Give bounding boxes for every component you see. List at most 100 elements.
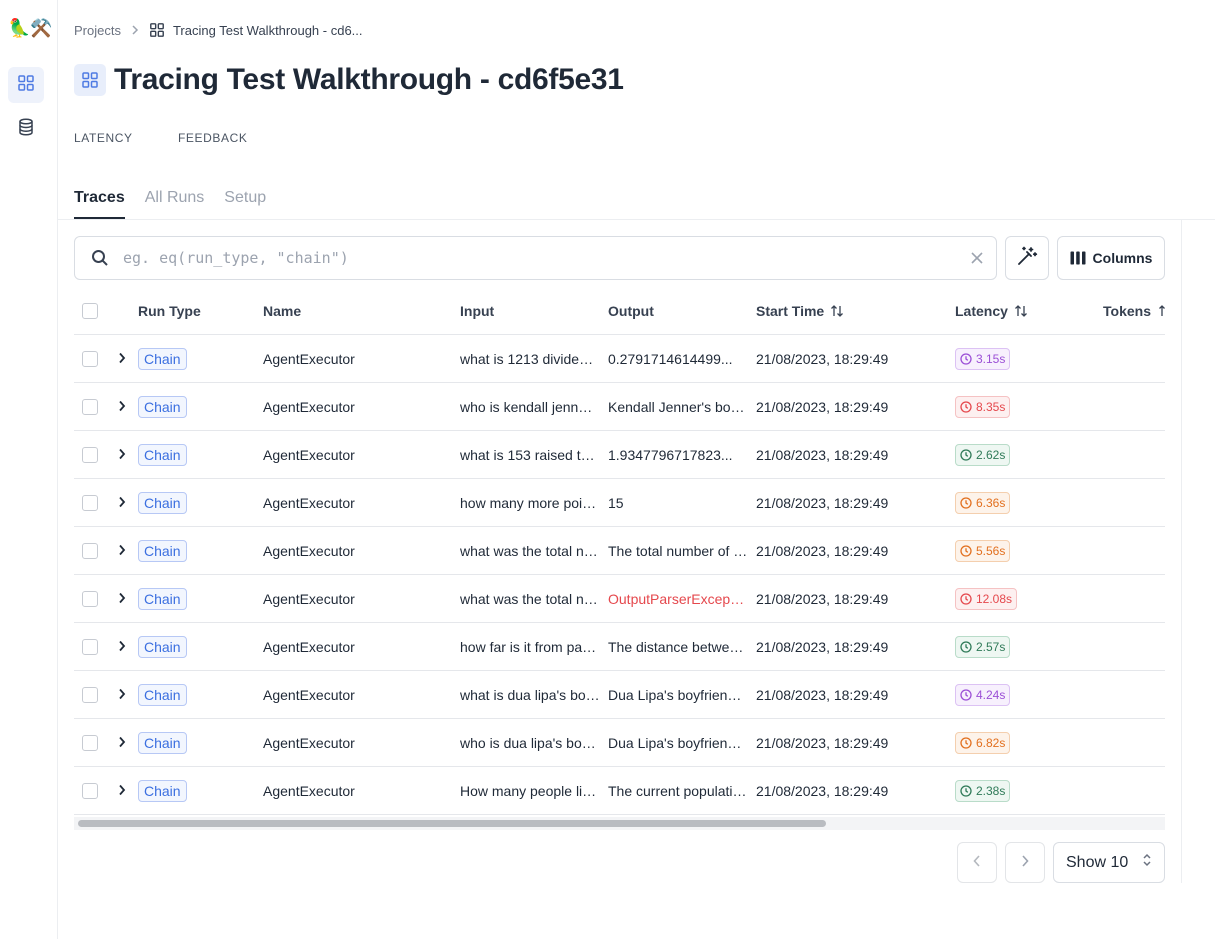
close-icon[interactable] (970, 251, 984, 265)
ai-query-button[interactable] (1005, 236, 1049, 280)
run-input: what is 153 raised to .1312 power? (460, 447, 600, 463)
panel-divider (1181, 219, 1182, 883)
latency-badge: 3.15s (955, 348, 1011, 370)
expand-row-button[interactable] (118, 383, 126, 431)
breadcrumb-current: Tracing Test Walkthrough - cd6... (172, 22, 363, 38)
chevron-right-icon (118, 687, 126, 703)
chevron-right-icon (118, 399, 126, 415)
clock-icon (960, 641, 972, 653)
run-output: The total number of points (608, 543, 748, 559)
table-row[interactable]: Chain AgentExecutor what is dua lipa's boy… (74, 671, 1165, 719)
run-type-badge: Chain (138, 684, 187, 706)
latency-value: 2.57s (976, 640, 1006, 654)
clock-icon (960, 737, 972, 749)
latency-badge: 4.24s (955, 684, 1011, 706)
rail-datasets-button[interactable] (8, 111, 44, 147)
run-type-badge: Chain (138, 492, 187, 514)
table-row[interactable]: Chain AgentExecutor what is 153 raised to … (74, 431, 1165, 479)
expand-row-button[interactable] (118, 479, 126, 527)
sort-icon[interactable] (1014, 304, 1028, 318)
expand-row-button[interactable] (118, 527, 126, 575)
run-start-time: 21/08/2023, 18:29:49 (756, 639, 889, 655)
expand-row-button[interactable] (118, 335, 126, 383)
header-input: Input (460, 303, 495, 319)
run-type-badge: Chain (138, 636, 187, 658)
table-row[interactable]: Chain AgentExecutor who is kendall jenner'… (74, 383, 1165, 431)
expand-row-button[interactable] (118, 671, 126, 719)
table-row[interactable]: Chain AgentExecutor what was the total num… (74, 527, 1165, 575)
row-checkbox[interactable] (82, 447, 98, 463)
tab-setup[interactable]: Setup (224, 185, 266, 219)
database-icon (18, 117, 34, 141)
expand-row-button[interactable] (118, 623, 126, 671)
latency-value: 2.62s (976, 448, 1006, 462)
expand-row-button[interactable] (118, 575, 126, 623)
expand-row-button[interactable] (118, 431, 126, 479)
run-output: Dua Lipa's boyfriend is (608, 687, 748, 703)
latency-badge: 12.08s (955, 588, 1018, 610)
run-start-time: 21/08/2023, 18:29:49 (756, 687, 889, 703)
header-start-time-label: Start Time (756, 303, 825, 319)
next-page-button[interactable] (1005, 842, 1045, 883)
row-checkbox[interactable] (82, 687, 98, 703)
header-tokens[interactable]: Tokens (1103, 287, 1165, 335)
run-start-time: 21/08/2023, 18:29:49 (756, 735, 889, 751)
row-checkbox[interactable] (82, 495, 98, 511)
page-size-select[interactable]: Show 10 (1053, 842, 1165, 883)
filter-search-input[interactable] (123, 249, 970, 267)
app-logo[interactable]: 🦜⚒️ (8, 18, 53, 38)
table-row[interactable]: Chain AgentExecutor what is 1213 divided b… (74, 335, 1165, 383)
latency-value: 2.38s (976, 784, 1006, 798)
chevron-left-icon (973, 854, 981, 872)
horizontal-scrollbar-thumb[interactable] (78, 820, 826, 827)
previous-page-button[interactable] (957, 842, 997, 883)
row-checkbox[interactable] (82, 783, 98, 799)
chevron-right-icon (118, 543, 126, 559)
latency-badge: 6.36s (955, 492, 1011, 514)
table-row[interactable]: Chain AgentExecutor what was the total num… (74, 575, 1165, 623)
run-start-time: 21/08/2023, 18:29:49 (756, 495, 889, 511)
latency-badge: 2.38s (955, 780, 1011, 802)
header-latency[interactable]: Latency (955, 287, 1028, 335)
chevron-right-icon (118, 495, 126, 511)
latency-badge: 2.62s (955, 444, 1011, 466)
tab-all-runs[interactable]: All Runs (145, 185, 205, 219)
expand-row-button[interactable] (118, 719, 126, 767)
table-row[interactable]: Chain AgentExecutor How many people live i… (74, 767, 1165, 815)
grid-icon (17, 74, 35, 97)
columns-button[interactable]: Columns (1057, 236, 1165, 280)
header-tokens-label: Tokens (1103, 303, 1151, 319)
columns-icon (1070, 251, 1086, 265)
run-output: The distance between Paris and (608, 639, 748, 655)
latency-value: 12.08s (976, 592, 1013, 606)
latency-badge: 5.56s (955, 540, 1011, 562)
feedback-stat-label: FEEDBACK (178, 131, 248, 145)
row-checkbox[interactable] (82, 735, 98, 751)
sort-icon[interactable] (1157, 304, 1165, 318)
row-checkbox[interactable] (82, 399, 98, 415)
clock-icon (960, 353, 972, 365)
page-title: Tracing Test Walkthrough - cd6f5e31 (114, 63, 624, 96)
select-all-checkbox[interactable] (82, 303, 98, 319)
clock-icon (960, 545, 972, 557)
run-start-time: 21/08/2023, 18:29:49 (756, 591, 889, 607)
breadcrumb-projects-link[interactable]: Projects (74, 23, 121, 38)
table-row[interactable]: Chain AgentExecutor how many more points w… (74, 479, 1165, 527)
rail-projects-button[interactable] (8, 67, 44, 103)
expand-row-button[interactable] (118, 767, 126, 815)
run-start-time: 21/08/2023, 18:29:49 (756, 447, 889, 463)
row-checkbox[interactable] (82, 351, 98, 367)
row-checkbox[interactable] (82, 591, 98, 607)
tab-traces[interactable]: Traces (74, 185, 125, 219)
sort-icon[interactable] (830, 304, 844, 318)
header-start-time[interactable]: Start Time (756, 287, 844, 335)
latency-stat-label: LATENCY (74, 131, 133, 145)
chevron-right-icon (1021, 854, 1029, 872)
row-checkbox[interactable] (82, 639, 98, 655)
chevron-right-icon (118, 639, 126, 655)
breadcrumb: Projects Tracing Test Walkthrough - cd6.… (74, 20, 363, 40)
row-checkbox[interactable] (82, 543, 98, 559)
table-row[interactable]: Chain AgentExecutor who is dua lipa's boyf… (74, 719, 1165, 767)
run-name: AgentExecutor (263, 543, 355, 559)
table-row[interactable]: Chain AgentExecutor how far is it from par… (74, 623, 1165, 671)
